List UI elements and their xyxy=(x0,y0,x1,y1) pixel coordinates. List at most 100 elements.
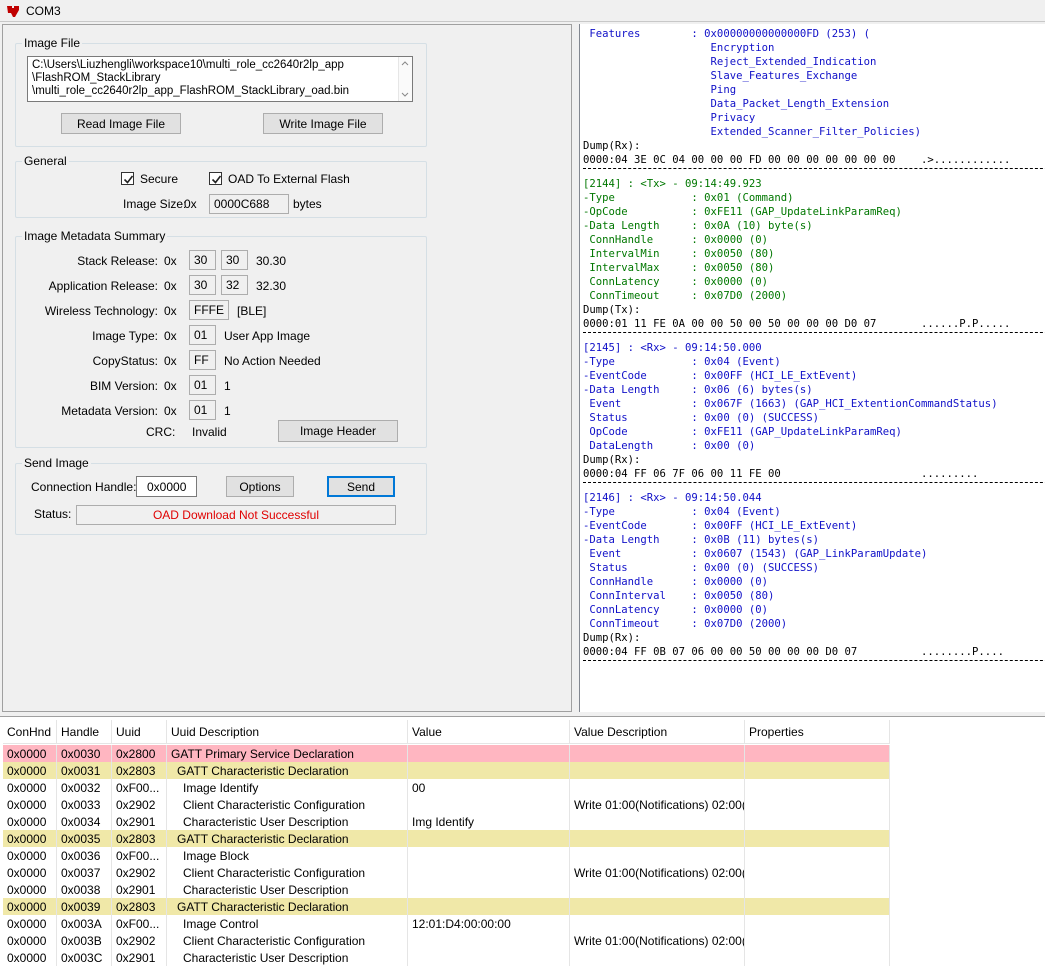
log-line: Encryption xyxy=(583,42,775,54)
status-value: OAD Download Not Successful xyxy=(76,505,396,525)
table-row[interactable]: 0x0000 0x0033 0x2902 Client Characteristic … xyxy=(3,796,890,813)
metadata-group-title: Image Metadata Summary xyxy=(22,229,168,243)
log-line: Event : 0x067F (1663) (GAP_HCI_Extention… xyxy=(583,398,998,410)
cell-uuid: 0x2902 xyxy=(112,796,167,813)
table-row[interactable]: 0x0000 0x0031 0x2803 GATT Characteristic De… xyxy=(3,762,890,779)
column-header-value[interactable]: Value xyxy=(408,720,570,744)
log-line: Privacy xyxy=(583,112,756,124)
cell-uuid: 0x2901 xyxy=(112,881,167,898)
cell-value-description xyxy=(570,762,745,779)
cell-uuid-description: Client Characteristic Configuration xyxy=(167,932,408,949)
table-row[interactable]: 0x0000 0x0038 0x2901 Characteristic User De… xyxy=(3,881,890,898)
cell-uuid-description: GATT Characteristic Declaration xyxy=(167,762,408,779)
column-header-uuid[interactable]: Uuid xyxy=(112,720,167,744)
cell-value-description xyxy=(570,745,745,762)
metadata-version-prefix: 0x xyxy=(164,404,177,418)
image-path-field[interactable]: C:\Users\Liuzhengli\workspace10\multi_ro… xyxy=(27,56,413,102)
column-header-properties[interactable]: Properties xyxy=(745,720,890,744)
table-row[interactable]: 0x0000 0x0032 0xF00... Image Identify 00 xyxy=(3,779,890,796)
log-line: 0000:04 3E 0C 04 00 00 00 FD 00 00 00 00… xyxy=(583,154,1011,166)
crc-label: CRC: xyxy=(146,425,176,439)
cell-value-description: Write 01:00(Notifications) 02:00(... xyxy=(570,864,745,881)
log-line: Features : 0x00000000000000FD (253) ( xyxy=(583,28,871,40)
column-header-conhnd[interactable]: ConHnd xyxy=(3,720,57,744)
connection-handle-input[interactable]: 0x0000 xyxy=(136,476,197,497)
cell-properties xyxy=(745,949,890,966)
table-row[interactable]: 0x0000 0x0036 0xF00... Image Block xyxy=(3,847,890,864)
table-row[interactable]: 0x0000 0x0030 0x2800 GATT Primary Service D… xyxy=(3,745,890,762)
ti-logo-icon xyxy=(6,4,20,18)
cell-value xyxy=(408,864,570,881)
table-row[interactable]: 0x0000 0x003A 0xF00... Image Control 12:01:D… xyxy=(3,915,890,932)
oad-external-flash-checkbox[interactable] xyxy=(209,172,222,185)
cell-value-description xyxy=(570,881,745,898)
cell-uuid-description: Image Identify xyxy=(167,779,408,796)
column-header-value-description[interactable]: Value Description xyxy=(570,720,745,744)
cell-properties xyxy=(745,745,890,762)
cell-value-description xyxy=(570,779,745,796)
cell-value xyxy=(408,830,570,847)
write-image-file-button[interactable]: Write Image File xyxy=(263,113,383,134)
copy-status-prefix: 0x xyxy=(164,354,177,368)
log-line: -OpCode : 0xFE11 (GAP_UpdateLinkParamReq… xyxy=(583,206,902,218)
attribute-table[interactable]: ConHnd Handle Uuid Uuid Description Valu… xyxy=(0,716,1045,972)
message-log[interactable]: Features : 0x00000000000000FD (253) ( En… xyxy=(579,24,1045,712)
cell-uuid-description: GATT Primary Service Declaration xyxy=(167,745,408,762)
cell-value-description xyxy=(570,949,745,966)
image-header-button[interactable]: Image Header xyxy=(278,420,398,442)
log-line: Reject_Extended_Indication xyxy=(583,56,877,68)
cell-properties xyxy=(745,864,890,881)
cell-handle: 0x0033 xyxy=(57,796,112,813)
cell-value xyxy=(408,932,570,949)
secure-label: Secure xyxy=(140,172,179,186)
cell-value: Img Identify xyxy=(408,813,570,830)
column-header-uuid-description[interactable]: Uuid Description xyxy=(167,720,408,744)
stack-release-prefix: 0x xyxy=(164,254,177,268)
cell-value xyxy=(408,762,570,779)
log-separator xyxy=(583,168,1045,169)
column-header-handle[interactable]: Handle xyxy=(57,720,112,744)
options-button[interactable]: Options xyxy=(226,476,294,497)
table-row[interactable]: 0x0000 0x0039 0x2803 GATT Characteristic De… xyxy=(3,898,890,915)
image-type-field: 01 xyxy=(189,325,216,345)
read-image-file-button[interactable]: Read Image File xyxy=(61,113,181,134)
secure-checkbox[interactable] xyxy=(121,172,134,185)
cell-value xyxy=(408,796,570,813)
wireless-technology-prefix: 0x xyxy=(164,304,177,318)
log-line: -Type : 0x01 (Command) xyxy=(583,192,794,204)
table-row[interactable]: 0x0000 0x0034 0x2901 Characteristic User De… xyxy=(3,813,890,830)
cell-handle: 0x0038 xyxy=(57,881,112,898)
wireless-technology-label: Wireless Technology: xyxy=(44,304,158,318)
cell-uuid-description: Characteristic User Description xyxy=(167,813,408,830)
cell-handle: 0x0031 xyxy=(57,762,112,779)
cell-conhnd: 0x0000 xyxy=(3,762,57,779)
log-line: [2145] : <Rx> - 09:14:50.000 xyxy=(583,342,762,354)
image-path-line: \multi_role_cc2640r2lp_app_FlashROM_Stac… xyxy=(32,85,350,97)
table-row[interactable]: 0x0000 0x0035 0x2803 GATT Characteristic De… xyxy=(3,830,890,847)
send-button[interactable]: Send xyxy=(327,476,395,497)
log-line: Dump(Rx): xyxy=(583,454,641,466)
cell-conhnd: 0x0000 xyxy=(3,847,57,864)
table-row[interactable]: 0x0000 0x003B 0x2902 Client Characteristic … xyxy=(3,932,890,949)
copy-status-label: CopyStatus: xyxy=(92,354,158,368)
cell-uuid: 0x2902 xyxy=(112,932,167,949)
stack-release-text: 30.30 xyxy=(256,254,287,268)
app-release-minor-field: 32 xyxy=(221,275,248,295)
cell-conhnd: 0x0000 xyxy=(3,864,57,881)
table-row[interactable]: 0x0000 0x003C 0x2901 Characteristic User De… xyxy=(3,949,890,966)
cell-conhnd: 0x0000 xyxy=(3,932,57,949)
image-type-prefix: 0x xyxy=(164,329,177,343)
stack-release-minor-field: 30 xyxy=(221,250,248,270)
cell-handle: 0x0030 xyxy=(57,745,112,762)
cell-uuid-description: GATT Characteristic Declaration xyxy=(167,830,408,847)
log-line: -EventCode : 0x00FF (HCI_LE_ExtEvent) xyxy=(583,370,858,382)
cell-value: 00 xyxy=(408,779,570,796)
cell-conhnd: 0x0000 xyxy=(3,779,57,796)
table-row[interactable]: 0x0000 0x0037 0x2902 Client Characteristic … xyxy=(3,864,890,881)
cell-properties xyxy=(745,898,890,915)
image-size-prefix: 0x xyxy=(184,197,197,211)
image-path-scrollbar[interactable] xyxy=(398,57,412,101)
cell-conhnd: 0x0000 xyxy=(3,915,57,932)
image-file-group-title: Image File xyxy=(22,36,83,50)
cell-value xyxy=(408,881,570,898)
